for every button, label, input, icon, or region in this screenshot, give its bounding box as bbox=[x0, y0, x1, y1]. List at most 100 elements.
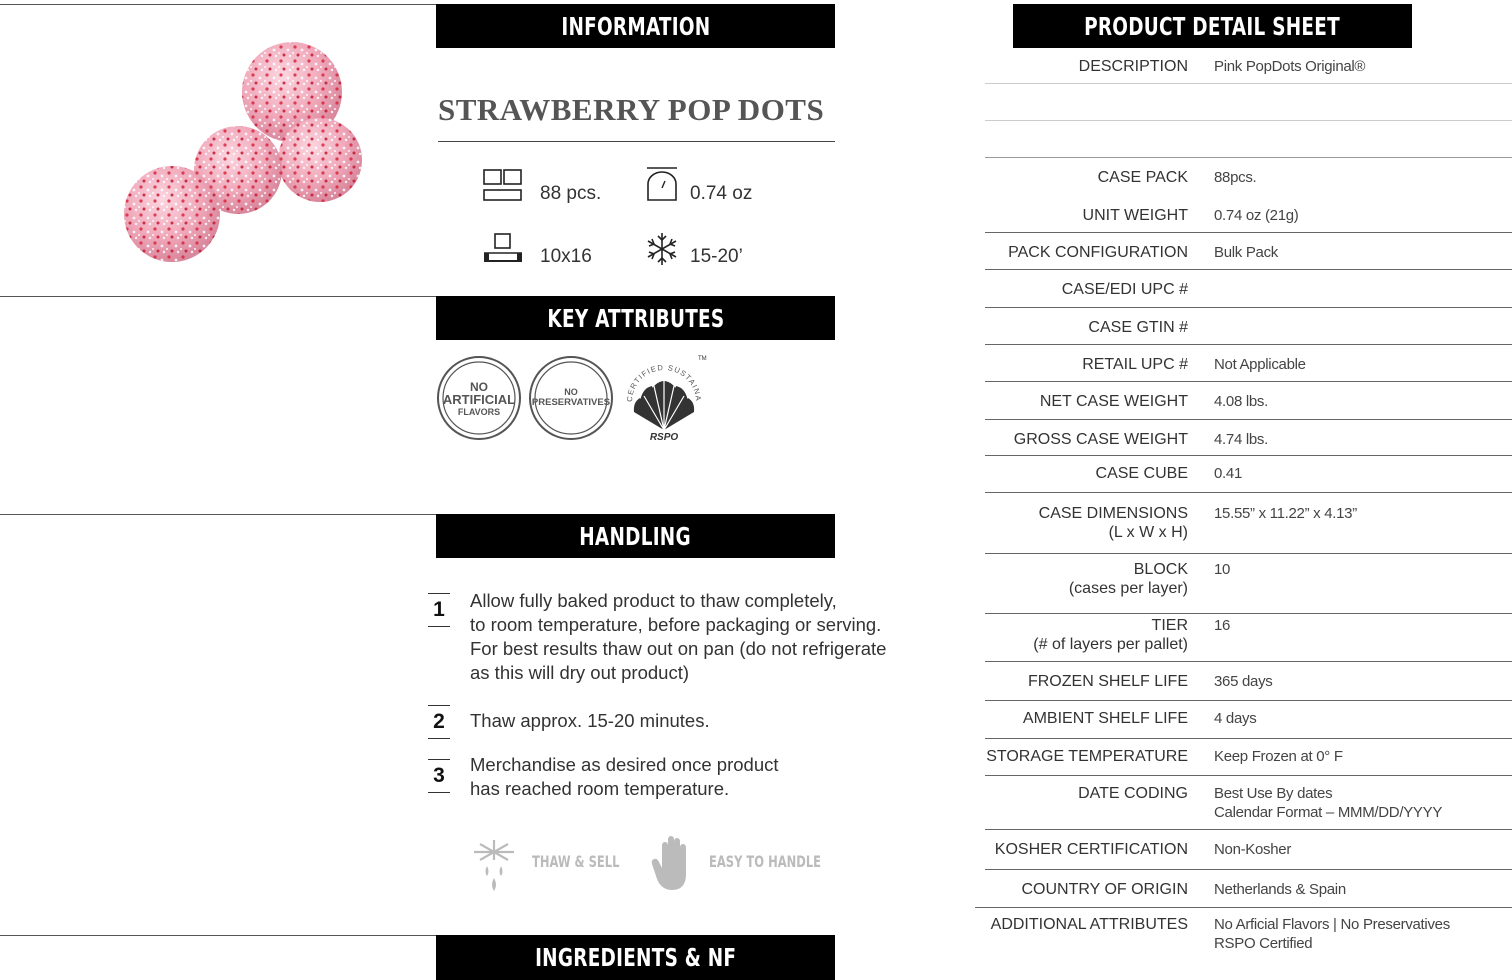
key-attributes-header: KEY ATTRIBUTES bbox=[436, 296, 835, 340]
spec-thaw: 15-20’ bbox=[690, 246, 743, 267]
detail-value: No Arficial Flavors | No Preservatives bbox=[1214, 916, 1450, 933]
detail-label: STORAGE TEMPERATURE bbox=[986, 748, 1188, 765]
row-divider bbox=[985, 83, 1512, 84]
detail-value: Not Applicable bbox=[1214, 356, 1306, 373]
row-divider bbox=[975, 907, 1512, 908]
no-preservatives-badge: NO PRESERVATIVES bbox=[529, 356, 613, 440]
step-number: 3 bbox=[428, 759, 450, 793]
pop-dot-ball bbox=[278, 118, 362, 202]
detail-label: TIER bbox=[1151, 617, 1188, 634]
svg-text:NO: NO bbox=[564, 387, 578, 397]
product-title: STRAWBERRY POP DOTS bbox=[438, 92, 825, 127]
svg-text:FLAVORS: FLAVORS bbox=[458, 407, 500, 417]
detail-label: BLOCK bbox=[1133, 561, 1188, 578]
title-underline bbox=[438, 141, 835, 142]
easy-to-handle-label: EASY TO HANDLE bbox=[709, 852, 822, 871]
detail-value: Bulk Pack bbox=[1214, 244, 1278, 261]
detail-label: PACK CONFIGURATION bbox=[1008, 244, 1188, 261]
step-text: Allow fully baked product to thaw comple… bbox=[470, 590, 887, 683]
detail-value: 4.74 lbs. bbox=[1214, 431, 1269, 448]
row-divider bbox=[985, 492, 1512, 493]
step-text: Merchandise as desired once product has … bbox=[470, 754, 779, 799]
section-divider bbox=[0, 935, 436, 936]
thaw-icon bbox=[474, 840, 514, 891]
detail-label: CASE GTIN # bbox=[1088, 319, 1188, 336]
rspo-logo: CERTIFIED SUSTAINABLE PALM OIL TM RSPO bbox=[618, 350, 707, 443]
detail-label: UNIT WEIGHT bbox=[1082, 207, 1188, 224]
detail-value: 88pcs. bbox=[1214, 169, 1257, 186]
section-divider bbox=[0, 296, 436, 297]
svg-text:PRESERVATIVES: PRESERVATIVES bbox=[532, 397, 610, 408]
section-divider bbox=[0, 514, 436, 515]
detail-value: 10 bbox=[1214, 561, 1231, 578]
detail-value: Non-Kosher bbox=[1214, 841, 1292, 858]
detail-value: Best Use By dates bbox=[1214, 785, 1333, 802]
row-divider bbox=[985, 120, 1512, 121]
row-divider bbox=[985, 553, 1512, 554]
spec-pieces: 88 pcs. bbox=[540, 183, 602, 204]
row-divider bbox=[985, 232, 1512, 233]
detail-label: CASE DIMENSIONS bbox=[1038, 505, 1188, 522]
detail-label: ADDITIONAL ATTRIBUTES bbox=[990, 916, 1188, 933]
detail-label: COUNTRY OF ORIGIN bbox=[1021, 881, 1188, 898]
handling-header: HANDLING bbox=[436, 514, 835, 558]
detail-value: 0.74 oz (21g) bbox=[1214, 207, 1299, 224]
spec-weight: 0.74 oz bbox=[690, 183, 753, 204]
row-divider bbox=[985, 269, 1512, 270]
detail-value: Netherlands & Spain bbox=[1214, 881, 1346, 898]
detail-value: 4 days bbox=[1214, 710, 1257, 727]
row-divider bbox=[985, 738, 1512, 739]
detail-label: FROZEN SHELF LIFE bbox=[1027, 673, 1188, 690]
scale-icon bbox=[647, 167, 677, 201]
product-detail-sheet-header: PRODUCT DETAIL SHEET bbox=[1013, 4, 1412, 48]
product-image bbox=[124, 42, 362, 262]
row-divider bbox=[985, 344, 1512, 345]
detail-value: Pink PopDots Original® bbox=[1214, 58, 1366, 75]
row-divider bbox=[985, 700, 1512, 701]
detail-value: Keep Frozen at 0° F bbox=[1214, 748, 1343, 765]
detail-value: Calendar Format – MMM/DD/YYYY bbox=[1214, 804, 1443, 821]
step-number: 1 bbox=[428, 593, 450, 627]
information-header: INFORMATION bbox=[436, 4, 835, 48]
detail-value: 15.55” x 11.22” x 4.13” bbox=[1214, 505, 1357, 522]
snowflake-icon bbox=[647, 233, 677, 265]
svg-text:ARTIFICIAL: ARTIFICIAL bbox=[443, 392, 515, 407]
thaw-and-sell-label: THAW & SELL bbox=[532, 852, 620, 871]
detail-label: DESCRIPTION bbox=[1078, 58, 1188, 75]
detail-value: 0.41 bbox=[1214, 465, 1242, 482]
ingredients-header: INGREDIENTS & NF bbox=[436, 935, 835, 980]
detail-value: 365 days bbox=[1214, 673, 1273, 690]
detail-value: 4.08 lbs. bbox=[1214, 393, 1269, 410]
row-divider bbox=[985, 455, 1512, 456]
row-divider bbox=[985, 613, 1512, 614]
detail-label: RETAIL UPC # bbox=[1082, 356, 1188, 373]
step-number: 2 bbox=[428, 705, 450, 739]
detail-value: RSPO Certified bbox=[1214, 935, 1313, 952]
svg-text:RSPO: RSPO bbox=[650, 432, 679, 443]
detail-label: KOSHER CERTIFICATION bbox=[994, 841, 1188, 858]
row-divider bbox=[985, 419, 1512, 420]
row-divider bbox=[985, 661, 1512, 662]
case-pack-icon bbox=[483, 169, 522, 201]
detail-label-sub: (# of layers per pallet) bbox=[1033, 636, 1188, 653]
detail-label: DATE CODING bbox=[1078, 785, 1188, 802]
detail-label: CASE PACK bbox=[1097, 169, 1188, 186]
hand-icon bbox=[651, 836, 686, 890]
detail-label-sub: (L x W x H) bbox=[1108, 524, 1188, 541]
svg-text:TM: TM bbox=[698, 356, 707, 362]
row-divider bbox=[985, 157, 1512, 158]
detail-label: GROSS CASE WEIGHT bbox=[1013, 431, 1188, 448]
top-divider bbox=[0, 4, 436, 5]
step-text: Thaw approx. 15-20 minutes. bbox=[470, 710, 710, 731]
row-divider bbox=[985, 307, 1512, 308]
row-divider bbox=[985, 829, 1512, 830]
pop-dot-ball bbox=[124, 166, 220, 262]
no-artificial-flavors-badge: NO ARTIFICIAL FLAVORS bbox=[437, 356, 521, 440]
pallet-icon bbox=[484, 233, 522, 262]
row-divider bbox=[985, 381, 1512, 382]
detail-label: CASE/EDI UPC # bbox=[1061, 281, 1188, 298]
spec-pallet: 10x16 bbox=[540, 246, 592, 267]
detail-label-sub: (cases per layer) bbox=[1068, 580, 1188, 597]
row-divider bbox=[985, 869, 1512, 870]
detail-label: NET CASE WEIGHT bbox=[1039, 393, 1188, 410]
